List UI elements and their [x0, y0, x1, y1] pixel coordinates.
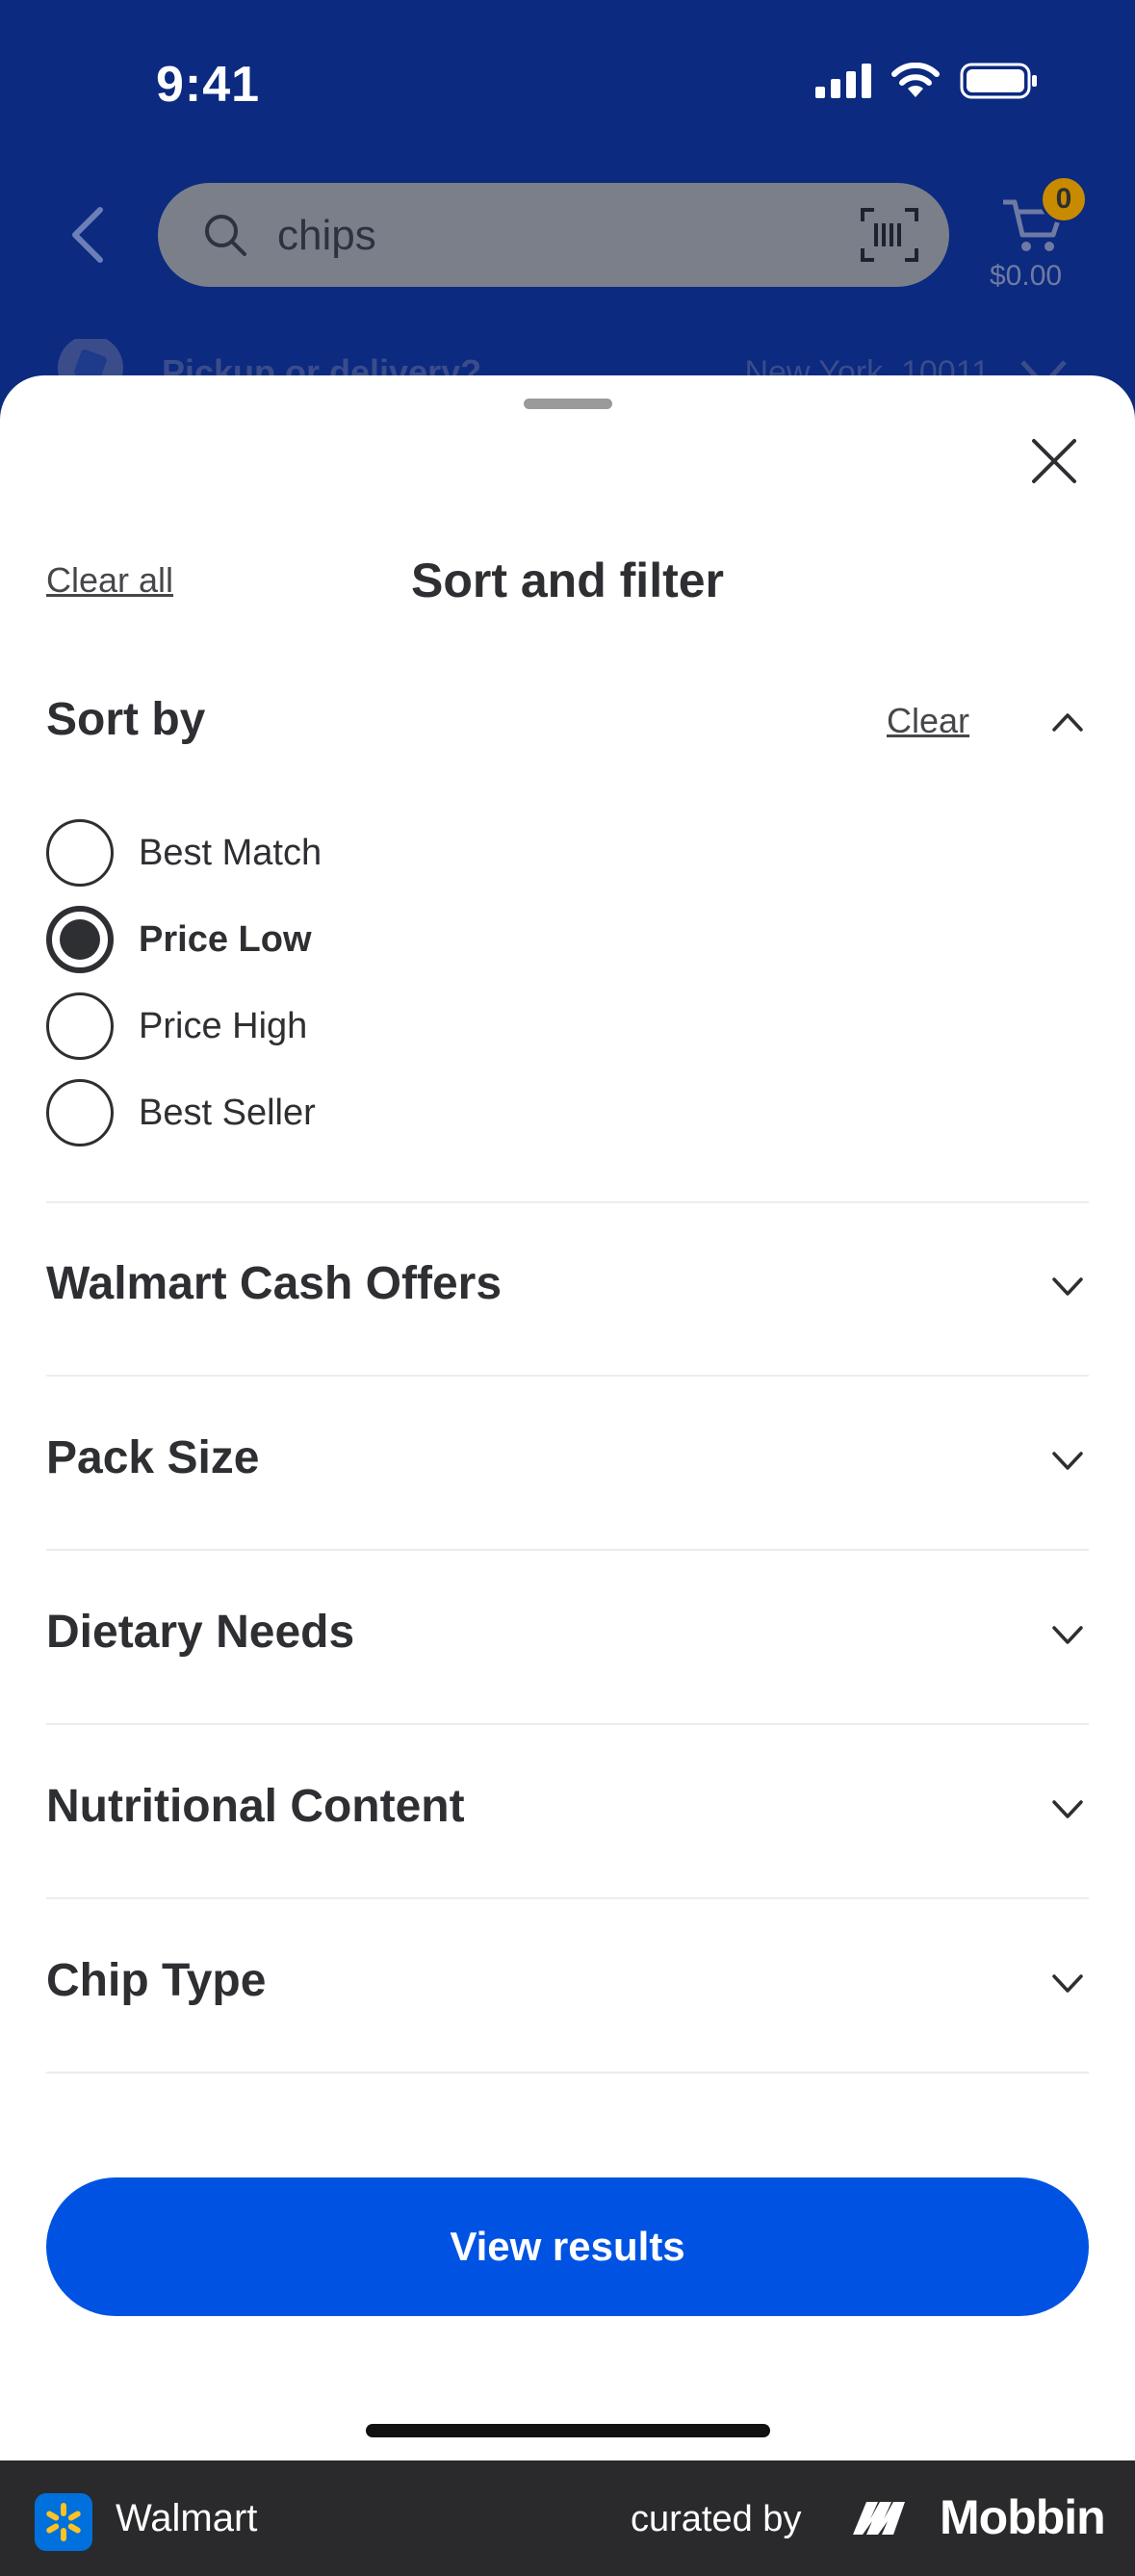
filter-section-chip-type[interactable]: Chip Type: [46, 1954, 1089, 2012]
search-query: chips: [277, 212, 376, 259]
cart-count-badge: 0: [1040, 175, 1088, 223]
sort-filter-sheet: Sort and filter Clear all Sort by Clear …: [0, 375, 1135, 2460]
barcode-scanner-icon[interactable]: [859, 206, 920, 264]
view-results-button[interactable]: View results: [46, 2177, 1089, 2316]
sort-clear-link[interactable]: Clear: [887, 701, 969, 741]
divider: [46, 1897, 1089, 1899]
clear-all-link[interactable]: Clear all: [46, 560, 173, 601]
sort-option-label: Price Low: [139, 918, 312, 960]
filter-section-title: Pack Size: [46, 1432, 260, 1483]
sort-option-price-low[interactable]: Price Low: [46, 905, 624, 974]
filter-section-title: Dietary Needs: [46, 1607, 355, 1658]
sort-option-best-seller[interactable]: Best Seller: [46, 1078, 624, 1147]
footer-curated-by: curated by: [631, 2499, 802, 2539]
chevron-down-icon[interactable]: [1050, 1791, 1085, 1826]
mobbin-wordmark: Mobbin: [940, 2490, 1106, 2544]
filter-section-nutritional-content[interactable]: Nutritional Content: [46, 1780, 1089, 1838]
sort-option-label: Price High: [139, 1005, 308, 1046]
divider: [46, 1723, 1089, 1725]
sort-option-label: Best Seller: [139, 1092, 316, 1133]
search-input[interactable]: chips: [158, 183, 949, 287]
mobbin-logo: Mobbin: [853, 2489, 1106, 2545]
radio-button[interactable]: [46, 1079, 114, 1146]
status-icons: [815, 62, 1039, 100]
filter-section-title: Chip Type: [46, 1955, 267, 2006]
chevron-down-icon[interactable]: [1050, 1617, 1085, 1652]
filter-section-pack-size[interactable]: Pack Size: [46, 1431, 1089, 1489]
filter-section-title: Nutritional Content: [46, 1781, 465, 1832]
divider: [46, 2072, 1089, 2074]
signal-icon: [815, 64, 871, 98]
footer-app-name: Walmart: [116, 2497, 258, 2539]
sort-by-header[interactable]: Sort by Clear: [46, 693, 1089, 751]
footer-bar: Walmart curated by Mobbin: [0, 2460, 1135, 2576]
home-indicator: [366, 2424, 770, 2437]
walmart-spark-icon: [35, 2493, 92, 2551]
close-icon[interactable]: [1026, 433, 1082, 489]
radio-button-selected[interactable]: [46, 906, 114, 973]
sort-option-price-high[interactable]: Price High: [46, 992, 624, 1061]
sheet-grabber[interactable]: [524, 399, 612, 409]
wifi-icon: [891, 63, 940, 97]
filter-section-title: Walmart Cash Offers: [46, 1258, 503, 1309]
cart-amount: $0.00: [990, 260, 1063, 292]
battery-icon: [960, 63, 1037, 99]
mobbin-mark-icon: [853, 2502, 905, 2535]
status-time: 9:41: [156, 57, 261, 113]
sort-option-best-match[interactable]: Best Match: [46, 818, 624, 888]
radio-button[interactable]: [46, 819, 114, 887]
search-icon: [205, 215, 246, 256]
sort-option-label: Best Match: [139, 832, 322, 873]
cart-button[interactable]: 0 $0.00: [982, 173, 1097, 298]
chevron-down-icon[interactable]: [1050, 1443, 1085, 1478]
radio-button[interactable]: [46, 992, 114, 1060]
filter-section-dietary-needs[interactable]: Dietary Needs: [46, 1606, 1089, 1663]
filter-section-walmart-cash-offers[interactable]: Walmart Cash Offers: [46, 1257, 1089, 1315]
divider: [46, 1375, 1089, 1377]
back-arrow-icon[interactable]: [60, 200, 114, 270]
status-bar: 9:41: [0, 0, 1135, 164]
chevron-down-icon[interactable]: [1050, 1966, 1085, 2000]
sort-by-title: Sort by: [46, 694, 206, 745]
chevron-down-icon[interactable]: [1050, 1269, 1085, 1303]
divider: [46, 1549, 1089, 1551]
chevron-up-icon[interactable]: [1050, 705, 1085, 739]
divider: [46, 1201, 1089, 1203]
